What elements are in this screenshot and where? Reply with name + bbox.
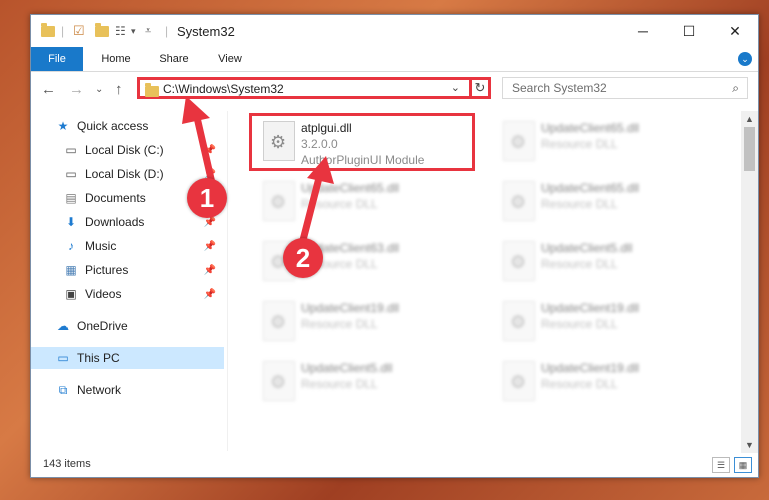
nav-item-onedrive[interactable]: ☁ OneDrive <box>31 315 224 337</box>
navigation-bar: ← → ⌄ ↑ C:\Windows\System32 ⌄ ↻ Search S… <box>31 73 758 105</box>
music-icon: ♪ <box>68 239 74 253</box>
chevron-down-icon[interactable]: ▾ <box>131 23 136 39</box>
pin-icon[interactable]: 📌 <box>204 289 216 300</box>
videos-icon: ▣ <box>65 287 77 301</box>
cloud-icon: ☁ <box>57 319 69 333</box>
scroll-up-button[interactable]: ▲ <box>741 111 758 127</box>
large-icons-view-icon[interactable]: ▦ <box>734 457 752 473</box>
rename-icon[interactable]: ☷ <box>115 23 126 39</box>
folder-icon <box>145 83 159 97</box>
highlight-box-file <box>249 113 475 171</box>
star-icon: ★ <box>57 119 69 133</box>
pin-icon[interactable]: 📌 <box>204 241 216 252</box>
tab-file[interactable]: File <box>31 47 83 71</box>
file-item[interactable]: UpdateClient5.dll Resource DLL <box>493 235 733 295</box>
dll-file-icon <box>263 361 295 401</box>
tab-view[interactable]: View <box>207 47 253 71</box>
file-item[interactable]: UpdateClient5.dll Resource DLL <box>253 355 493 415</box>
ribbon-tabs: File Home Share View ⌄ <box>31 47 758 72</box>
nav-item-this-pc[interactable]: ▭ This PC <box>31 347 224 369</box>
scroll-down-button[interactable]: ▼ <box>741 437 758 453</box>
computer-icon: ▭ <box>57 351 69 365</box>
explorer-window: | ☑ ☷ ▾ ⩡ | System32 ─ ☐ ✕ File Home Sha… <box>30 14 759 478</box>
recent-locations-button[interactable]: ⌄ <box>95 84 103 95</box>
back-button[interactable]: ← <box>41 81 56 98</box>
customize-toolbar-icon[interactable]: ⩡ <box>145 23 151 39</box>
file-item[interactable]: UpdateClient65.dll Resource DLL <box>493 175 733 235</box>
dll-file-icon <box>503 361 535 401</box>
item-count: 143 items <box>43 458 91 470</box>
pin-icon[interactable]: 📌 <box>204 145 216 156</box>
file-item[interactable]: UpdateClient19.dll Resource DLL <box>253 295 493 355</box>
search-icon[interactable]: ⌕ <box>732 81 739 96</box>
drive-icon: ▭ <box>65 167 77 181</box>
nav-item-pictures[interactable]: ▦ Pictures 📌 <box>31 259 224 281</box>
search-input[interactable]: Search System32 ⌕ <box>502 77 748 99</box>
dll-file-icon <box>263 301 295 341</box>
tab-share[interactable]: Share <box>149 47 199 71</box>
file-item[interactable]: UpdateClient19.dll Resource DLL <box>493 355 733 415</box>
nav-item-videos[interactable]: ▣ Videos 📌 <box>31 283 224 305</box>
file-item[interactable]: UpdateClient19.dll Resource DLL <box>493 295 733 355</box>
maximize-button[interactable]: ☐ <box>666 15 712 47</box>
pin-icon[interactable]: 📌 <box>204 265 216 276</box>
annotation-marker-1: 1 <box>187 178 227 218</box>
details-view-icon[interactable]: ☰ <box>712 457 730 473</box>
minimize-button[interactable]: ─ <box>620 15 666 47</box>
nav-item-local-disk-c[interactable]: ▭ Local Disk (C:) 📌 <box>31 139 224 161</box>
navigation-pane: ★ Quick access ▭ Local Disk (C:) 📌 ▭ Loc… <box>31 111 224 451</box>
dll-file-icon <box>503 181 535 221</box>
nav-item-network[interactable]: ⧉ Network <box>31 379 224 401</box>
pictures-icon: ▦ <box>65 263 77 277</box>
address-text[interactable]: C:\Windows\System32 <box>163 82 284 96</box>
status-bar: 143 items ☰ ▦ <box>31 453 758 477</box>
new-folder-icon[interactable] <box>95 22 109 39</box>
up-button[interactable]: ↑ <box>115 81 123 98</box>
downloads-icon: ⬇ <box>65 215 77 229</box>
nav-item-quick-access[interactable]: ★ Quick access <box>31 115 224 137</box>
address-bar[interactable]: C:\Windows\System32 ⌄ <box>137 77 491 99</box>
properties-icon[interactable]: ☑ <box>73 23 85 39</box>
refresh-button[interactable]: ↻ <box>469 77 491 99</box>
dll-file-icon <box>263 181 295 221</box>
nav-item-music[interactable]: ♪ Music 📌 <box>31 235 224 257</box>
close-button[interactable]: ✕ <box>712 15 758 47</box>
expand-ribbon-icon[interactable]: ⌄ <box>738 52 752 66</box>
tab-home[interactable]: Home <box>91 47 141 71</box>
scroll-thumb[interactable] <box>744 127 755 171</box>
search-placeholder: Search System32 <box>512 81 607 95</box>
forward-button[interactable]: → <box>69 81 84 98</box>
drive-icon: ▭ <box>65 143 77 157</box>
vertical-scrollbar[interactable]: ▲ ▼ <box>741 111 758 453</box>
folder-icon <box>41 22 55 39</box>
dll-file-icon <box>503 301 535 341</box>
file-item[interactable]: UpdateClient65.dll Resource DLL <box>493 115 733 175</box>
file-item[interactable]: UpdateClient65.dll Resource DLL <box>253 175 493 235</box>
dll-file-icon <box>503 121 535 161</box>
chevron-down-icon[interactable]: ⌄ <box>451 81 460 94</box>
title-bar: | ☑ ☷ ▾ ⩡ | System32 ─ ☐ ✕ <box>31 15 758 47</box>
dll-file-icon <box>503 241 535 281</box>
annotation-marker-2: 2 <box>283 238 323 278</box>
pin-icon[interactable]: 📌 <box>204 217 216 228</box>
documents-icon: ▤ <box>65 191 77 205</box>
network-icon: ⧉ <box>58 383 68 397</box>
window-title: System32 <box>177 24 235 39</box>
